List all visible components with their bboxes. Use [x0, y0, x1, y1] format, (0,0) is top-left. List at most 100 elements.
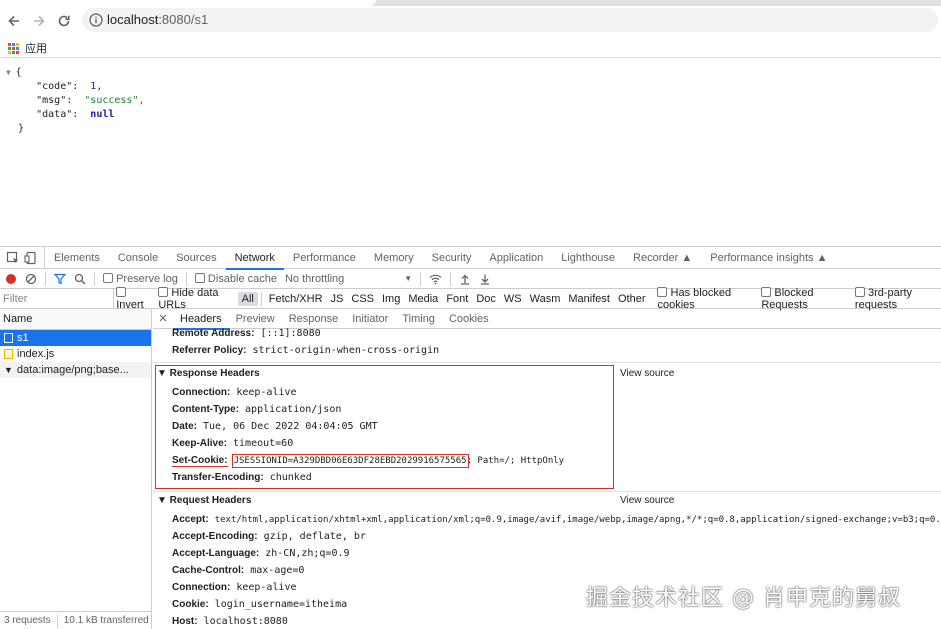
name-column-header[interactable]: Name [0, 309, 151, 330]
request-row-s1[interactable]: s1 [0, 330, 151, 346]
tab-application[interactable]: Application [480, 247, 552, 269]
has-blocked-cookies-checkbox[interactable]: Has blocked cookies [657, 286, 753, 311]
export-har-icon[interactable] [479, 273, 491, 285]
preserve-log-label: Preserve log [116, 272, 178, 285]
filter-input[interactable]: Filter [0, 288, 115, 309]
browser-toolbar: localhost:8080/s1 [0, 6, 941, 36]
tab-network[interactable]: Network [225, 247, 285, 270]
invert-checkbox[interactable]: Invert [116, 286, 150, 311]
address-bar[interactable]: localhost:8080/s1 [82, 8, 938, 32]
tab-headers[interactable]: Headers [173, 309, 229, 330]
tab-performance-insights[interactable]: Performance insights ▲ [701, 247, 836, 269]
hide-data-urls-checkbox[interactable]: Hide data URLs [158, 286, 234, 311]
tab-initiator[interactable]: Initiator [345, 309, 395, 329]
checkbox-icon [194, 272, 205, 283]
filter-type-js[interactable]: JS [327, 292, 348, 306]
request-headers-title[interactable]: ▼ Request Headers [157, 495, 251, 506]
close-icon[interactable]: ✕ [153, 312, 173, 325]
request-header-row: Connection: keep-alive [172, 582, 297, 593]
tab-recorder[interactable]: Recorder ▲ [624, 247, 701, 269]
request-header-row: Accept-Encoding: gzip, deflate, br [172, 531, 366, 542]
clear-icon[interactable] [25, 273, 37, 285]
tab-response[interactable]: Response [282, 309, 346, 329]
dropdown-arrow-icon: ▼ [404, 274, 413, 283]
filter-type-fetch-xhr[interactable]: Fetch/XHR [265, 292, 327, 306]
json-close-brace: } [18, 123, 25, 134]
forward-button[interactable] [29, 11, 49, 31]
request-header-row: Cookie: login_username=itheima [172, 599, 348, 610]
reload-icon [58, 15, 70, 27]
transferred-size: 10.1 kB transferred [63, 615, 149, 626]
preserve-log-checkbox[interactable]: Preserve log [103, 272, 178, 285]
filter-type-manifest[interactable]: Manifest [564, 292, 614, 306]
tab-security[interactable]: Security [423, 247, 481, 269]
tab-preview[interactable]: Preview [229, 309, 282, 329]
set-cookie-value-highlighted: JSESSIONID=A329DBD06E63DF28EBD2029916575… [231, 454, 469, 468]
apps-grid-icon [8, 42, 19, 54]
filter-type-doc[interactable]: Doc [472, 292, 500, 306]
checkbox-icon [116, 286, 127, 297]
document-file-icon [4, 333, 13, 343]
info-icon[interactable] [88, 12, 104, 28]
apps-bookmark[interactable]: 应用 [8, 40, 47, 56]
record-icon[interactable] [5, 273, 17, 285]
reload-button[interactable] [54, 11, 74, 31]
request-view-source-link[interactable]: View source [620, 495, 674, 506]
apps-label: 应用 [25, 43, 47, 55]
url-host: localhost [107, 12, 159, 27]
set-cookie-label: Set-Cookie: [172, 455, 228, 467]
url-text: localhost:8080/s1 [107, 12, 208, 27]
tab-elements[interactable]: Elements [45, 247, 109, 269]
filter-type-media[interactable]: Media [404, 292, 442, 306]
json-entry-msg: "msg": "success", [36, 95, 145, 106]
filter-type-css[interactable]: CSS [347, 292, 378, 306]
response-header-row: Keep-Alive: timeout=60 [172, 438, 294, 449]
tab-sources[interactable]: Sources [167, 247, 225, 269]
disable-cache-checkbox[interactable]: Disable cache [194, 272, 277, 285]
separator [420, 271, 422, 286]
filter-type-all[interactable]: All [237, 291, 258, 306]
json-open-brace: { [15, 67, 22, 78]
import-har-icon[interactable] [459, 273, 471, 285]
search-icon[interactable] [74, 273, 86, 285]
response-view-source-link[interactable]: View source [620, 368, 674, 379]
request-header-row: Cache-Control: max-age=0 [172, 565, 305, 576]
filter-type-wasm[interactable]: Wasm [526, 292, 565, 306]
third-party-checkbox[interactable]: 3rd-party requests [854, 286, 941, 311]
bookmarks-bar: 应用 [0, 36, 941, 58]
inspect-element-icon[interactable] [6, 251, 20, 265]
tab-timing[interactable]: Timing [395, 309, 442, 329]
response-header-row: Connection: keep-alive [172, 387, 297, 398]
back-button[interactable] [4, 11, 24, 31]
tab-console[interactable]: Console [109, 247, 167, 269]
request-header-row: Accept-Language: zh-CN,zh;q=0.9 [172, 548, 350, 559]
network-conditions-icon[interactable] [429, 273, 442, 285]
request-name: data:image/png;base... [16, 364, 129, 376]
filter-type-font[interactable]: Font [442, 292, 472, 306]
response-header-row: Transfer-Encoding: chunked [172, 472, 312, 483]
forward-arrow-icon [34, 15, 45, 27]
tab-memory[interactable]: Memory [365, 247, 423, 269]
throttling-select[interactable]: No throttling ▼ [285, 273, 412, 285]
filter-type-ws[interactable]: WS [500, 292, 526, 306]
disable-cache-label: Disable cache [207, 272, 277, 285]
collapse-toggle-icon[interactable]: ▼ [6, 68, 16, 77]
separator [260, 291, 262, 306]
filter-type-other[interactable]: Other [614, 292, 650, 306]
filter-funnel-icon[interactable] [54, 273, 66, 285]
tab-performance[interactable]: Performance [284, 247, 365, 269]
general-row-remote-address: Remote Address: [::1]:8080 [172, 328, 321, 339]
tab-cookies[interactable]: Cookies [442, 309, 496, 329]
blocked-requests-checkbox[interactable]: Blocked Requests [761, 286, 847, 311]
response-headers-title[interactable]: ▼ Response Headers [157, 368, 260, 379]
request-row-index-js[interactable]: index.js [0, 346, 151, 362]
request-row-data-image[interactable]: ▼ data:image/png;base... [0, 362, 151, 378]
url-path: :8080/s1 [158, 12, 209, 27]
devtools-toolbar-icons [0, 246, 45, 269]
throttling-value: No throttling [284, 272, 345, 285]
watermark: 掘金技术社区 @ 肖申克的舅叔 [586, 586, 901, 611]
checkbox-icon [854, 286, 865, 297]
tab-lighthouse[interactable]: Lighthouse [552, 247, 624, 269]
device-toolbar-icon[interactable] [24, 251, 38, 265]
filter-type-img[interactable]: Img [378, 292, 404, 306]
